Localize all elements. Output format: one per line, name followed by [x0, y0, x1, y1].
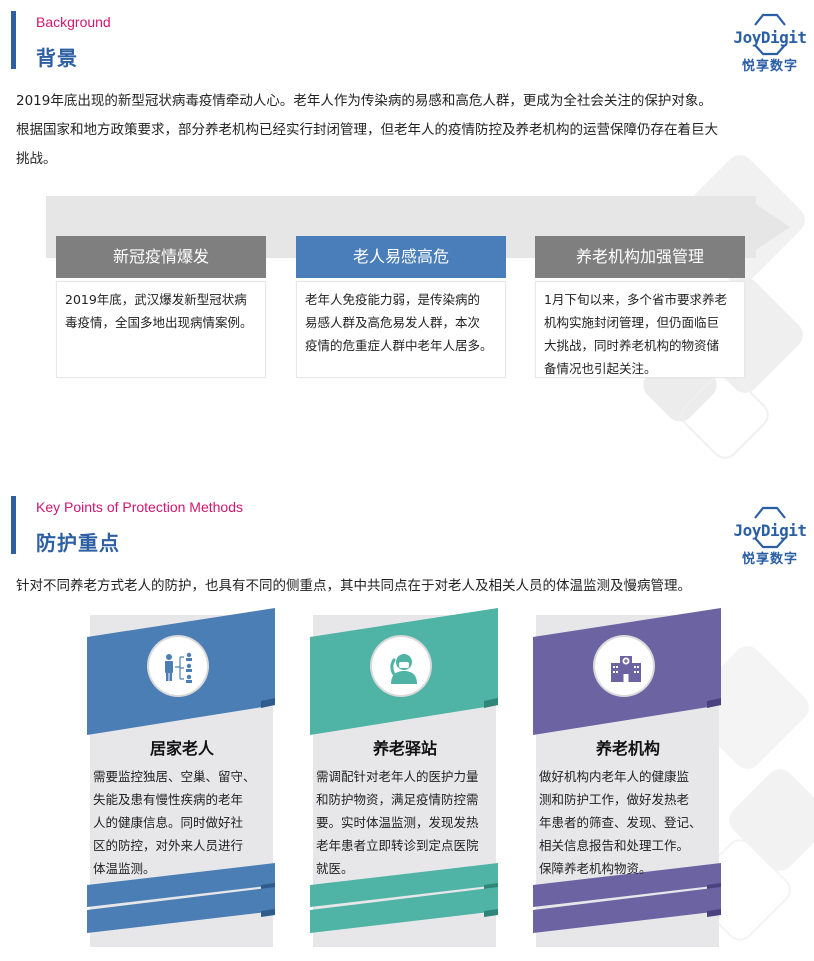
- ribbon-line: 要。实时体温监测，发现发热: [316, 815, 479, 830]
- ribbon-line: 老年患者立即转诊到定点医院: [316, 838, 479, 853]
- ribbon-line: 保障养老机构物资。: [539, 861, 652, 876]
- section-title-cn: 背景: [36, 46, 78, 70]
- hospital-icon: [611, 656, 641, 682]
- card-title: 老人易感高危: [296, 236, 506, 278]
- card-title: 新冠疫情爆发: [56, 236, 266, 278]
- ribbon-card-title: 居家老人: [149, 739, 214, 758]
- logo-text-en: JoyDigit: [733, 521, 807, 540]
- ribbon-card-text: 需要监控独居、空巢、留守、 失能及患有慢性疾病的老年 人的健康信息。同时做好社 …: [93, 765, 273, 880]
- joydigit-logo: JoyDigit 悦享数字: [725, 12, 814, 74]
- logo-text-cn: 悦享数字: [741, 552, 798, 567]
- ribbon-card-care-institution: 养老机构 做好机构内老年人的健康监 测和防护工作，做好发热老 年患者的筛查、发现…: [533, 605, 723, 947]
- card-title: 养老机构加强管理: [535, 236, 745, 278]
- joydigit-logo: JoyDigit 悦享数字: [725, 505, 814, 567]
- card-body: 2019年底，武汉爆发新型冠状病 毒疫情，全国多地出现病情案例。: [56, 281, 266, 378]
- ribbon-line: 就医。: [316, 861, 354, 876]
- card-line: 老年人免疫能力弱，是传染病的: [305, 292, 481, 307]
- ribbon-card-title: 养老驿站: [372, 739, 437, 758]
- info-card-institution-management: 养老机构加强管理 1月下旬以来，多个省市要求养老 机构实施封闭管理，但仍面临巨 …: [535, 236, 745, 378]
- section-title-cn: 防护重点: [36, 531, 120, 555]
- ribbon-card-home-elderly: 居家老人 需要监控独居、空巢、留守、 失能及患有慢性疾病的老年 人的健康信息。同…: [87, 605, 277, 947]
- family-tree-icon: [165, 652, 192, 683]
- timeline-arrow-head: [744, 196, 790, 258]
- ribbon-line: 需调配针对老年人的医护力量: [316, 769, 479, 784]
- card-line: 机构实施封闭管理，但仍面临巨: [544, 315, 720, 330]
- card-body: 1月下旬以来，多个省市要求养老 机构实施封闭管理，但仍面临巨 大挑战，同时养老机…: [535, 281, 745, 378]
- header-accent-bar: [11, 11, 16, 69]
- ribbon-card-care-station: 养老驿站 需调配针对老年人的医护力量 和防护物资，满足疫情防控需 要。实时体温监…: [310, 605, 500, 947]
- ribbon-card-text: 做好机构内老年人的健康监 测和防护工作，做好发热老 年患者的筛查、发现、登记、 …: [539, 765, 719, 880]
- card-line: 大挑战，同时养老机构的物资储: [544, 338, 720, 353]
- ribbon-card-text: 需调配针对老年人的医护力量 和防护物资，满足疫情防控需 要。实时体温监测，发现发…: [316, 765, 496, 880]
- paragraph-line: 2019年底出现的新型冠状病毒疫情牵动人心。老年人作为传染病的易感和高危人群，更…: [16, 93, 712, 109]
- card-line: 毒疫情，全国多地出现病情案例。: [65, 315, 253, 330]
- card-line: 易感人群及高危易发人群，本次: [305, 315, 481, 330]
- ribbon-line: 和防护物资，满足疫情防控需: [316, 792, 479, 807]
- logo-text-en: JoyDigit: [733, 28, 807, 47]
- hospital-icon-badge: [593, 635, 655, 697]
- logo-text-cn: 悦享数字: [741, 59, 798, 74]
- info-card-outbreak: 新冠疫情爆发 2019年底，武汉爆发新型冠状病 毒疫情，全国多地出现病情案例。: [56, 236, 266, 378]
- ribbon-line: 做好机构内老年人的健康监: [539, 769, 690, 784]
- ribbon-line: 需要监控独居、空巢、留守、: [93, 769, 256, 784]
- card-line: 2019年底，武汉爆发新型冠状病: [65, 292, 247, 307]
- protection-paragraph: 针对不同养老方式老人的防护，也具有不同的侧重点，其中共同点在于对老人及相关人员的…: [16, 578, 691, 594]
- card-line: 备情况也引起关注。: [544, 361, 657, 376]
- card-line: 1月下旬以来，多个省市要求养老: [544, 292, 727, 307]
- header-accent-bar: [11, 496, 16, 554]
- doctor-phone-icon-badge: [370, 635, 432, 697]
- paragraph-line: 挑战。: [16, 151, 57, 167]
- card-body: 老年人免疫能力弱，是传染病的 易感人群及高危易发人群，本次 疫情的危重症人群中老…: [296, 281, 506, 378]
- ribbon-line: 测和防护工作，做好发热老: [539, 792, 690, 807]
- ribbon-card-title: 养老机构: [595, 739, 660, 758]
- background-paragraph: 2019年底出现的新型冠状病毒疫情牵动人心。老年人作为传染病的易感和高危人群，更…: [16, 87, 718, 174]
- section-title-en: Background: [36, 14, 111, 30]
- ribbon-line: 相关信息报告和处理工作。: [539, 838, 690, 853]
- ribbon-line: 失能及患有慢性疾病的老年: [93, 792, 244, 807]
- ribbon-line: 区的防控，对外来人员进行: [93, 838, 244, 853]
- section-title-en: Key Points of Protection Methods: [36, 499, 243, 515]
- ribbon-line: 年患者的筛查、发现、登记、: [539, 815, 702, 830]
- card-line: 疫情的危重症人群中老年人居多。: [305, 338, 493, 353]
- doctor-phone-icon: [390, 654, 417, 684]
- paragraph-line: 根据国家和地方政策要求，部分养老机构已经实行封闭管理，但老年人的疫情防控及养老机…: [16, 122, 718, 138]
- info-card-elderly-risk: 老人易感高危 老年人免疫能力弱，是传染病的 易感人群及高危易发人群，本次 疫情的…: [296, 236, 506, 378]
- ribbon-line: 人的健康信息。同时做好社: [93, 815, 244, 830]
- ribbon-line: 体温监测。: [93, 861, 156, 876]
- family-tree-icon-badge: [147, 635, 209, 697]
